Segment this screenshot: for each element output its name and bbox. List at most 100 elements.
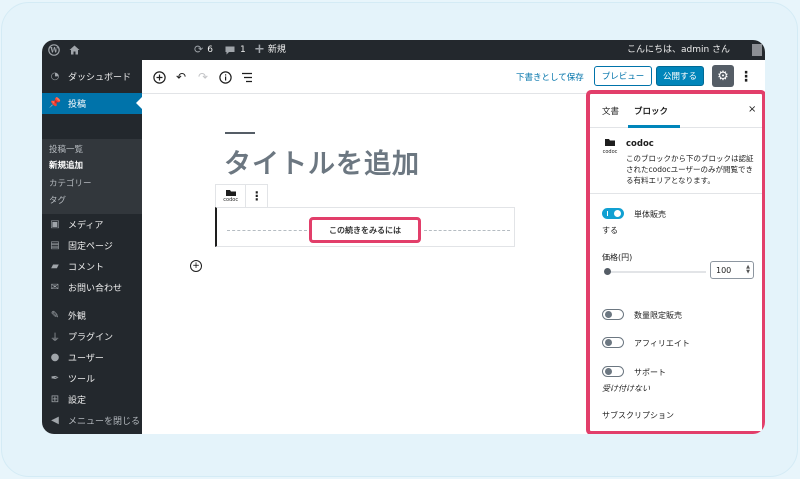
new-label: 新規 [267, 45, 286, 55]
spinner-icon[interactable]: ▲ ▼ [746, 265, 750, 275]
add-block-icon[interactable] [150, 68, 168, 86]
block-description: このブロックから下のブロックは認証されたcodocユーザーのみが閲覧できる有料エ… [626, 154, 754, 185]
publish-button[interactable]: 公開する [656, 66, 704, 86]
menu-label: お問い合わせ [68, 284, 123, 294]
comments-count: 1 [240, 45, 246, 55]
price-slider-handle[interactable] [604, 268, 611, 275]
menu-label: 外観 [68, 312, 87, 322]
comment-bubble-icon [225, 46, 235, 54]
menu-tools[interactable]: ✒ ツール [42, 368, 142, 389]
menu-contact[interactable]: ✉ お問い合わせ [42, 277, 142, 298]
editor-window: W ⟳ 6 1 + 新規 こんにちは、admin さん ◔ ダッシュボード 📌 [42, 40, 765, 434]
subscription-label: サブスクリプション [602, 411, 674, 420]
more-options-icon[interactable]: ⋮ [739, 67, 753, 87]
media-icon: ▣ [50, 219, 60, 230]
wordpress-icon[interactable]: W [48, 40, 60, 60]
menu-label: プラグイン [68, 333, 114, 343]
updates-link[interactable]: ⟳ 6 [194, 40, 213, 60]
support-value: 受け付けない [602, 384, 650, 393]
price-input[interactable]: 100 ▲ ▼ [710, 261, 754, 279]
block-name: codoc [626, 139, 654, 149]
single-sale-toggle[interactable] [602, 208, 624, 219]
user-icon: ● [50, 352, 60, 363]
editor-toolbar: ↶ ↷ 下書きとして保存 プレビュー 公開する ⚙ ⋮ [142, 60, 765, 94]
divider-right [424, 230, 510, 231]
affiliate-label: アフィリエイト [634, 339, 690, 348]
codoc-logo-icon [225, 190, 236, 196]
menu-comments[interactable]: ▰ コメント [42, 256, 142, 277]
submenu-tags[interactable]: タグ [49, 194, 66, 206]
block-switcher-label: codoc [223, 197, 239, 203]
codoc-block[interactable]: この続きをみるには [215, 207, 515, 247]
affiliate-toggle[interactable] [602, 337, 624, 348]
admin-sidebar: ◔ ダッシュボード 📌 投稿 投稿一覧 新規追加 カテゴリー タグ ▣ メディア… [42, 60, 142, 434]
panel-tabs: 文書 ブロック × [590, 94, 762, 128]
comments-link[interactable]: 1 [225, 40, 246, 60]
submenu-categories[interactable]: カテゴリー [49, 177, 92, 189]
close-icon[interactable]: × [748, 104, 756, 115]
greeting-text: こんにちは、admin さん [627, 45, 731, 55]
single-sale-label: 単体販売 [634, 210, 666, 219]
block-switcher[interactable]: codoc [216, 185, 245, 207]
price-value: 100 [716, 265, 732, 275]
redo-icon[interactable]: ↷ [194, 68, 212, 86]
new-content-link[interactable]: + 新規 [254, 40, 286, 60]
post-title-input[interactable]: タイトルを追加 [224, 142, 420, 181]
editor-canvas: タイトルを追加 codoc ⋮ この続きをみるには + [142, 94, 586, 434]
tab-document[interactable]: 文書 [602, 105, 619, 117]
save-draft-button[interactable]: 下書きとして保存 [516, 71, 584, 83]
read-more-button[interactable]: この続きをみるには [309, 217, 421, 243]
updates-count: 6 [207, 45, 213, 55]
menu-pages[interactable]: ▤ 固定ページ [42, 235, 142, 256]
dashboard-icon: ◔ [50, 71, 60, 82]
svg-text:W: W [49, 46, 58, 55]
admin-bar: W ⟳ 6 1 + 新規 こんにちは、admin さん [42, 40, 765, 60]
menu-users[interactable]: ● ユーザー [42, 347, 142, 368]
menu-label: ユーザー [68, 354, 104, 364]
menu-label: ツール [68, 375, 96, 385]
posts-submenu: 投稿一覧 新規追加 カテゴリー タグ [42, 139, 142, 214]
block-settings-panel: 文書 ブロック × codoc codoc このブロックから下のブロックは認証さ… [586, 90, 765, 434]
menu-posts[interactable]: 📌 投稿 [42, 93, 142, 114]
account-greeting[interactable]: こんにちは、admin さん [627, 40, 730, 60]
menu-label: コメント [68, 263, 105, 273]
undo-icon[interactable]: ↶ [172, 68, 190, 86]
comment-icon: ▰ [51, 261, 59, 272]
pin-icon: 📌 [48, 98, 62, 109]
collapse-icon: ◀ [51, 415, 59, 426]
menu-dashboard[interactable]: ◔ ダッシュボード [42, 66, 142, 87]
menu-label: ダッシュボード [68, 73, 132, 83]
avatar[interactable] [752, 44, 762, 56]
updates-icon: ⟳ [194, 43, 204, 56]
block-toolbar: codoc ⋮ [215, 184, 268, 208]
menu-collapse[interactable]: ◀ メニューを閉じる [42, 410, 142, 431]
menu-label: 投稿 [68, 100, 87, 110]
menu-plugins[interactable]: ⏚ プラグイン [42, 326, 142, 347]
settings-icon: ⊞ [50, 394, 60, 405]
menu-media[interactable]: ▣ メディア [42, 214, 142, 235]
submenu-add-new[interactable]: 新規追加 [49, 159, 83, 171]
info-icon[interactable] [216, 68, 234, 86]
menu-label: メディア [68, 221, 104, 231]
limited-sale-label: 数量限定販売 [634, 311, 682, 320]
single-sale-value: する [602, 226, 618, 235]
price-label: 価格(円) [602, 253, 633, 262]
limited-sale-toggle[interactable] [602, 309, 624, 320]
outline-icon[interactable] [238, 68, 256, 86]
tab-block[interactable]: ブロック [634, 105, 668, 117]
menu-label: 固定ページ [68, 242, 113, 252]
price-slider-track[interactable] [606, 271, 706, 273]
wrench-icon: ✒ [50, 373, 60, 384]
title-indicator [225, 132, 255, 134]
support-toggle[interactable] [602, 366, 624, 377]
menu-label: メニューを閉じる [68, 417, 141, 427]
home-icon[interactable] [69, 40, 80, 60]
settings-gear-icon[interactable]: ⚙ [712, 65, 734, 87]
menu-settings[interactable]: ⊞ 設定 [42, 389, 142, 410]
page-icon: ▤ [50, 240, 60, 251]
add-block-plus-icon[interactable]: + [190, 260, 202, 272]
submenu-all-posts[interactable]: 投稿一覧 [49, 143, 83, 155]
menu-appearance[interactable]: ✎ 外観 [42, 305, 142, 326]
block-more-icon[interactable]: ⋮ [245, 185, 267, 207]
preview-button[interactable]: プレビュー [594, 66, 652, 86]
